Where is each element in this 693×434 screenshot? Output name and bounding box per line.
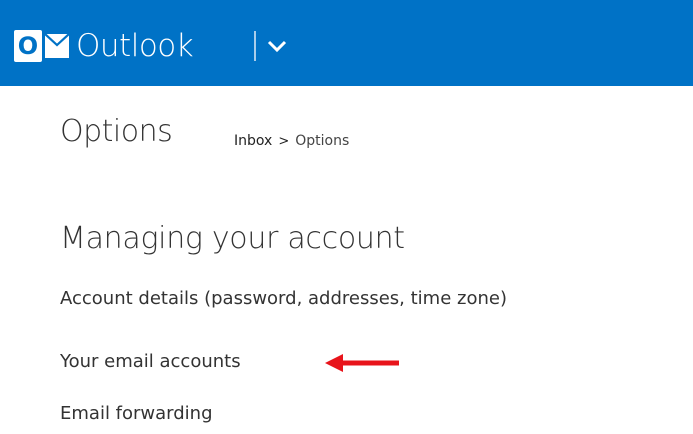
- outlook-logo-icon[interactable]: O: [14, 26, 70, 66]
- app-header: O Outlook: [0, 0, 693, 86]
- your-email-accounts-link[interactable]: Your email accounts: [60, 348, 241, 376]
- breadcrumb-current: Options: [295, 133, 350, 149]
- breadcrumb-separator: >: [278, 134, 290, 149]
- envelope-icon: [45, 34, 69, 58]
- account-details-link[interactable]: Account details (password, addresses, ti…: [60, 285, 507, 313]
- section-heading: Managing your account: [60, 221, 405, 256]
- email-forwarding-link[interactable]: Email forwarding: [60, 400, 213, 428]
- breadcrumb: Inbox > Options: [234, 130, 349, 153]
- arrow-left-icon: [325, 354, 399, 372]
- header-divider: [254, 31, 256, 61]
- logo-letter: O: [14, 30, 42, 62]
- app-title[interactable]: Outlook: [76, 24, 194, 68]
- page-title: Options: [60, 114, 173, 149]
- chevron-down-icon[interactable]: [262, 31, 292, 61]
- breadcrumb-inbox-link[interactable]: Inbox: [234, 133, 272, 149]
